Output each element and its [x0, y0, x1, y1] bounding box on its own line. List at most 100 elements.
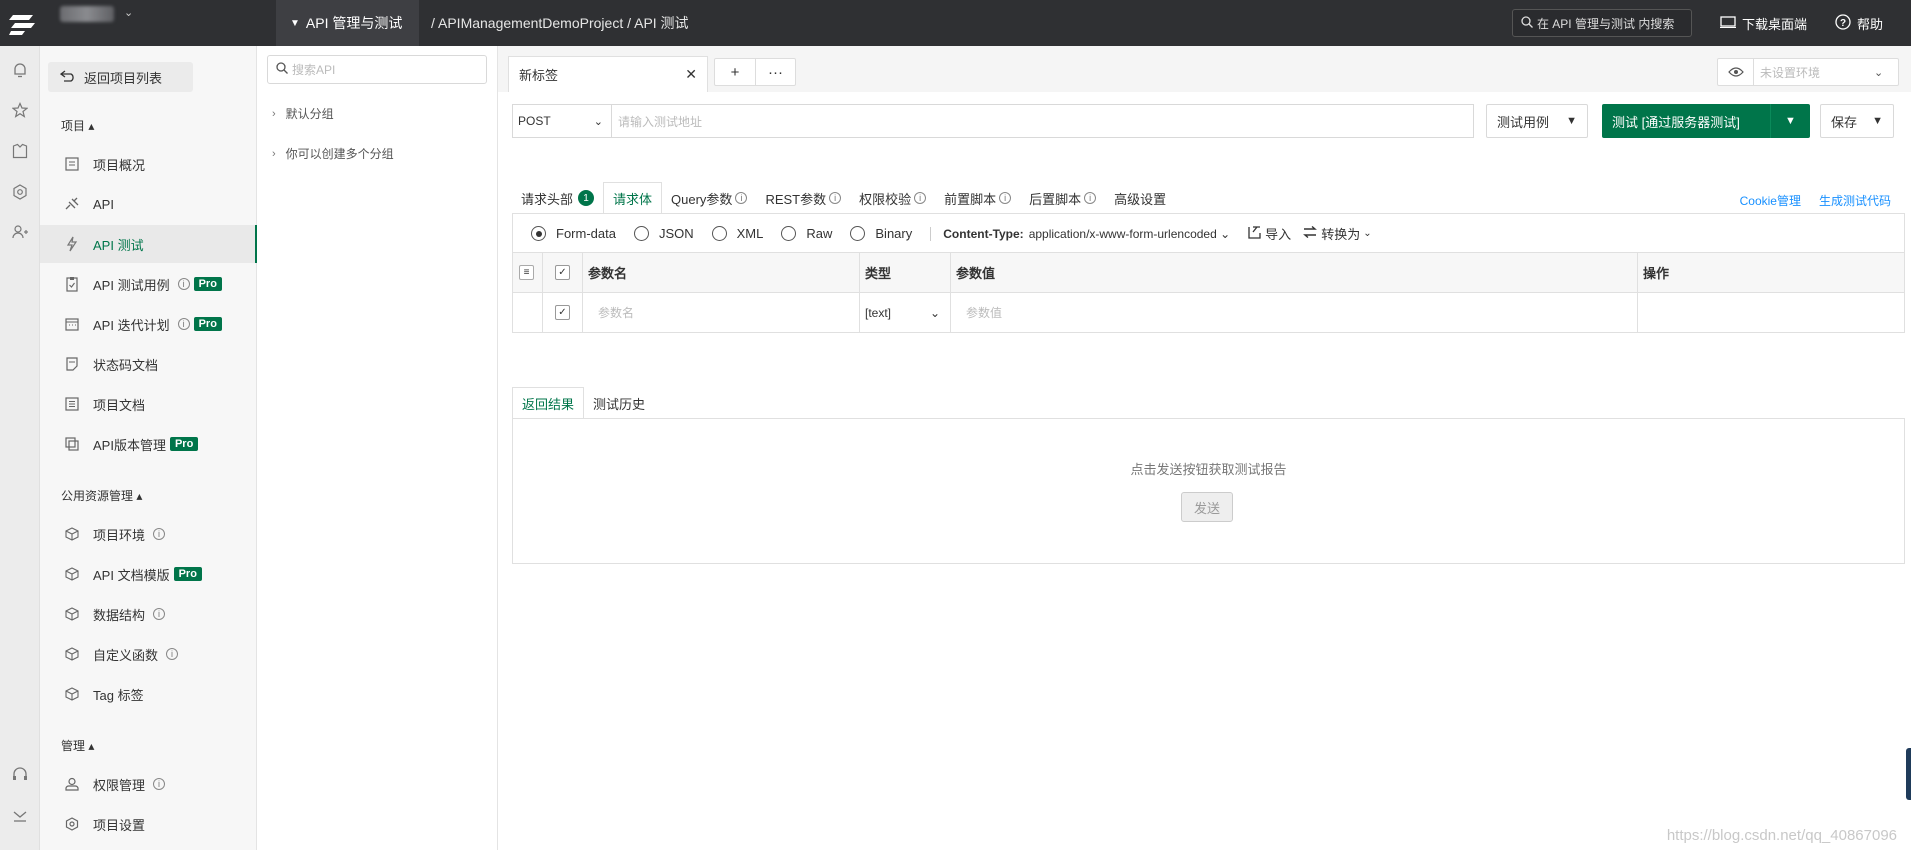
radio-label: Form-data: [556, 226, 616, 241]
tree-group-default[interactable]: › 默认分组: [272, 105, 334, 122]
sidebar-item-label: 权限管理: [93, 777, 146, 793]
app-logo-icon[interactable]: [0, 0, 46, 46]
scroll-handle[interactable]: [1906, 748, 1911, 800]
eye-icon[interactable]: [1718, 59, 1754, 85]
tab-rest-params[interactable]: REST参数 i: [756, 182, 850, 214]
save-button[interactable]: 保存 ▼: [1820, 104, 1894, 138]
sidebar-item-version-management[interactable]: API版本管理 Pro: [40, 425, 257, 463]
close-icon[interactable]: ✕: [685, 66, 697, 83]
sidebar-item-project-settings[interactable]: 项目设置: [40, 805, 257, 843]
convert-button[interactable]: 转换为 ⌄: [1303, 224, 1372, 243]
sidebar-item-test-cases[interactable]: API 测试用例 i Pro: [40, 265, 257, 303]
radio-raw[interactable]: Raw: [781, 226, 832, 241]
generate-code-link[interactable]: 生成测试代码: [1819, 192, 1891, 209]
sidebar-item-data-structures[interactable]: 数据结构 i: [40, 595, 257, 633]
tab-request-headers[interactable]: 请求头部 1: [512, 182, 603, 214]
headset-icon[interactable]: [10, 764, 30, 784]
list-menu-icon[interactable]: ≡: [519, 265, 534, 280]
bell-icon[interactable]: [10, 60, 30, 80]
return-arrow-icon: [59, 69, 76, 85]
gear-icon[interactable]: [10, 182, 30, 202]
sidebar-item-custom-functions[interactable]: 自定义函数 i: [40, 635, 257, 673]
tree-group-hint[interactable]: › 你可以创建多个分组: [272, 145, 394, 162]
tab-auth[interactable]: 权限校验 i: [850, 182, 935, 214]
tab-test-history[interactable]: 测试历史: [584, 387, 654, 419]
add-tab-button[interactable]: +: [715, 59, 755, 85]
tab-pre-script[interactable]: 前置脚本 i: [935, 182, 1020, 214]
team-switcher[interactable]: ⌄: [46, 0, 276, 46]
module-switcher-button[interactable]: ▼ API 管理与测试: [276, 0, 419, 46]
back-to-projects-button[interactable]: 返回项目列表: [48, 62, 193, 92]
info-icon[interactable]: i: [177, 278, 190, 290]
shirt-icon[interactable]: [10, 141, 30, 161]
sidebar-item-api[interactable]: API: [40, 185, 257, 223]
radio-dot: [711, 226, 727, 241]
import-button[interactable]: 导入: [1248, 224, 1291, 243]
info-icon[interactable]: i: [153, 608, 166, 620]
select-all-checkbox[interactable]: ✓: [555, 265, 570, 280]
method-select[interactable]: POST ⌄: [512, 104, 612, 138]
row-check-cell[interactable]: ✓: [543, 293, 583, 332]
param-value-input[interactable]: 参数值: [951, 293, 1638, 332]
more-tabs-button[interactable]: ···: [755, 59, 795, 85]
global-search-input[interactable]: 在 API 管理与测试 内搜索: [1511, 9, 1692, 37]
content-type-select[interactable]: Content-Type: application/x-www-form-urle…: [943, 227, 1230, 241]
sidebar-item-permissions[interactable]: 权限管理 i: [40, 765, 257, 803]
tab-label: Query参数: [671, 191, 733, 207]
empty-result-message: 点击发送按钮获取测试报告: [1130, 462, 1287, 477]
radio-xml[interactable]: XML: [711, 226, 763, 241]
chevron-down-icon: ⌄: [929, 305, 940, 320]
tab-advanced[interactable]: 高级设置: [1105, 182, 1175, 214]
section-shared-resources-toggle[interactable]: 公用资源管理 ▴: [61, 487, 142, 504]
row-checkbox[interactable]: ✓: [555, 305, 570, 320]
sidebar-item-doc-templates[interactable]: API 文档模版 Pro: [40, 555, 257, 593]
sidebar-item-api-test[interactable]: API 测试: [40, 225, 257, 263]
sidebar-item-iteration-plan[interactable]: API 迭代计划 i Pro: [40, 305, 257, 343]
radio-form-data[interactable]: Form-data: [531, 226, 616, 241]
info-icon[interactable]: i: [166, 648, 179, 660]
url-input[interactable]: 请输入测试地址: [612, 104, 1474, 138]
tab-label: 权限校验: [859, 191, 912, 207]
param-type-select[interactable]: [text] ⌄: [860, 293, 951, 332]
overview-icon: [63, 155, 81, 173]
sidebar-item-overview[interactable]: 项目概况: [40, 145, 257, 183]
info-icon: i: [829, 192, 842, 204]
tab-post-script[interactable]: 后置脚本 i: [1020, 182, 1105, 214]
tab-label: 前置脚本: [944, 191, 997, 207]
tab-new[interactable]: 新标签 ✕: [508, 56, 708, 92]
environment-select[interactable]: 未设置环境 ⌄: [1717, 58, 1899, 86]
info-icon[interactable]: i: [153, 528, 166, 540]
sidebar-item-label: 项目概况: [93, 157, 146, 173]
radio-binary[interactable]: Binary: [850, 226, 912, 241]
star-icon[interactable]: [10, 100, 30, 120]
test-case-button[interactable]: 测试用例 ▼: [1486, 104, 1588, 138]
add-user-icon[interactable]: [10, 222, 30, 242]
tab-response[interactable]: 返回结果: [512, 387, 585, 419]
sidebar-item-project-docs[interactable]: 项目文档: [40, 385, 257, 423]
tab-request-body[interactable]: 请求体: [603, 182, 663, 214]
caret-down-icon[interactable]: ▼: [1770, 104, 1810, 138]
pro-badge: Pro: [173, 567, 202, 581]
radio-json[interactable]: JSON: [633, 226, 694, 241]
select-all-cell[interactable]: ✓: [543, 253, 583, 292]
server-test-button[interactable]: 测试 [通过服务器测试] ▼: [1602, 104, 1810, 138]
help-link[interactable]: ? 帮助: [1835, 13, 1883, 33]
project-sidebar: 返回项目列表 项目 ▴ 项目概况 API API 测试 API 测试用例 i P…: [40, 46, 257, 850]
cookie-manage-link[interactable]: Cookie管理: [1740, 192, 1801, 209]
chevron-down-icon: ▼: [290, 17, 300, 29]
tab-query-params[interactable]: Query参数 i: [662, 182, 756, 214]
param-name-input[interactable]: 参数名: [583, 293, 860, 332]
sidebar-item-tags[interactable]: Tag 标签: [40, 675, 257, 713]
collapse-icon[interactable]: [10, 806, 30, 826]
body-type-radios: Form-data JSON XML Raw Binary Content-Ty…: [531, 224, 1384, 243]
download-desktop-link[interactable]: 下载桌面端: [1719, 14, 1807, 33]
send-button[interactable]: 发送: [1181, 492, 1233, 522]
sidebar-item-status-codes[interactable]: 状态码文档: [40, 345, 257, 383]
section-project-toggle[interactable]: 项目 ▴: [61, 117, 94, 134]
section-admin-toggle[interactable]: 管理 ▴: [61, 737, 94, 754]
api-search-input[interactable]: 搜索API: [267, 55, 487, 84]
info-icon[interactable]: i: [177, 318, 190, 330]
sidebar-item-environments[interactable]: 项目环境 i: [40, 515, 257, 553]
bulk-menu-cell[interactable]: ≡: [513, 253, 543, 292]
info-icon[interactable]: i: [153, 778, 166, 790]
